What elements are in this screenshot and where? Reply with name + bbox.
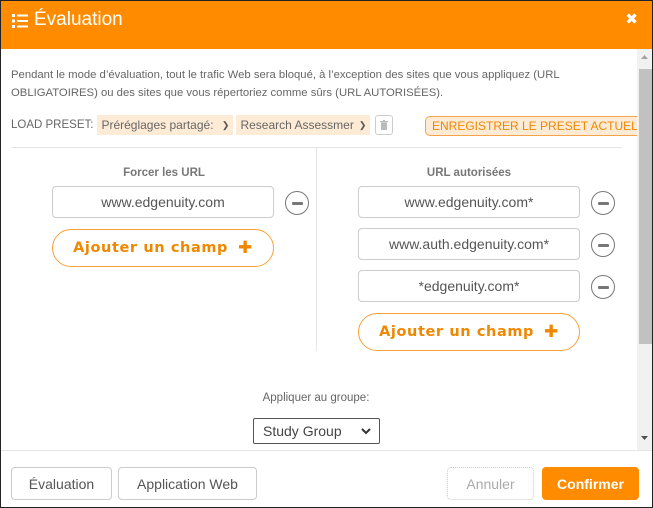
remove-allowed-url-button[interactable] xyxy=(591,191,615,215)
dialog-header: Évaluation ✖ xyxy=(1,1,652,49)
list-icon xyxy=(12,14,28,28)
add-allowed-url-button[interactable]: Ajouter un champ ✚ xyxy=(358,313,580,351)
forced-url-input[interactable]: www.edgenuity.com xyxy=(52,186,274,218)
dialog-body: Pendant le mode d’évaluation, tout le tr… xyxy=(1,49,652,450)
add-field-label: Ajouter un champ xyxy=(73,240,229,256)
preset-select[interactable]: Research Assessmer ❯ xyxy=(236,115,371,135)
column-divider xyxy=(316,147,317,351)
remove-allowed-url-button[interactable] xyxy=(591,275,615,299)
preset-source-value: Préréglages partagé: xyxy=(101,118,214,132)
chevron-down-icon xyxy=(361,427,371,434)
description-text: Pendant le mode d’évaluation, tout le tr… xyxy=(11,69,560,99)
apply-group-label: Appliquer au groupe: xyxy=(262,392,370,404)
chevron-down-icon: ❯ xyxy=(221,119,230,130)
group-select[interactable]: Study Group xyxy=(253,418,380,444)
preset-row: LOAD PRESET: Préréglages partagé: ❯ Rese… xyxy=(11,115,394,135)
remove-forced-url-button[interactable] xyxy=(285,191,309,215)
minus-icon xyxy=(597,201,609,205)
save-preset-button[interactable]: ENREGISTRER LE PRESET ACTUEL xyxy=(425,116,645,136)
scroll-up-arrow-icon[interactable] xyxy=(637,55,652,65)
forced-urls-title: Forcer les URL xyxy=(123,167,205,179)
allowed-urls-title: URL autorisées xyxy=(426,167,512,179)
preset-value: Research Assessmer xyxy=(240,118,354,132)
cancel-button[interactable]: Annuler xyxy=(447,467,534,500)
load-preset-label: LOAD PRESET: xyxy=(11,119,94,131)
web-app-tab-button[interactable]: Application Web xyxy=(118,467,257,500)
evaluation-dialog: Évaluation ✖ Pendant le mode d’évaluatio… xyxy=(0,0,653,508)
evaluation-tab-button[interactable]: Évaluation xyxy=(11,467,112,500)
dialog-title: Évaluation xyxy=(34,9,123,30)
confirm-button[interactable]: Confirmer xyxy=(542,467,639,500)
add-field-label: Ajouter un champ xyxy=(379,324,535,340)
remove-allowed-url-button[interactable] xyxy=(591,233,615,257)
group-select-value: Study Group xyxy=(263,423,342,439)
minus-icon xyxy=(597,243,609,247)
delete-preset-button[interactable] xyxy=(375,115,394,135)
trash-icon xyxy=(380,120,389,130)
scroll-down-arrow-icon[interactable] xyxy=(637,436,652,446)
add-forced-url-button[interactable]: Ajouter un champ ✚ xyxy=(52,229,274,267)
dialog-footer: Évaluation Application Web Annuler Confi… xyxy=(1,450,652,507)
allowed-url-input[interactable]: www.edgenuity.com* xyxy=(358,186,580,218)
preset-source-select[interactable]: Préréglages partagé: ❯ xyxy=(97,115,234,135)
minus-icon xyxy=(597,285,609,289)
plus-icon: ✚ xyxy=(238,238,253,258)
allowed-url-input[interactable]: *edgenuity.com* xyxy=(358,270,580,302)
scrollbar-thumb[interactable] xyxy=(639,69,652,344)
minus-icon xyxy=(291,201,303,205)
allowed-url-input[interactable]: www.auth.edgenuity.com* xyxy=(358,228,580,260)
chevron-down-icon: ❯ xyxy=(358,119,367,130)
close-icon[interactable]: ✖ xyxy=(625,10,638,28)
plus-icon: ✚ xyxy=(544,322,559,342)
vertical-scrollbar[interactable] xyxy=(637,49,652,450)
